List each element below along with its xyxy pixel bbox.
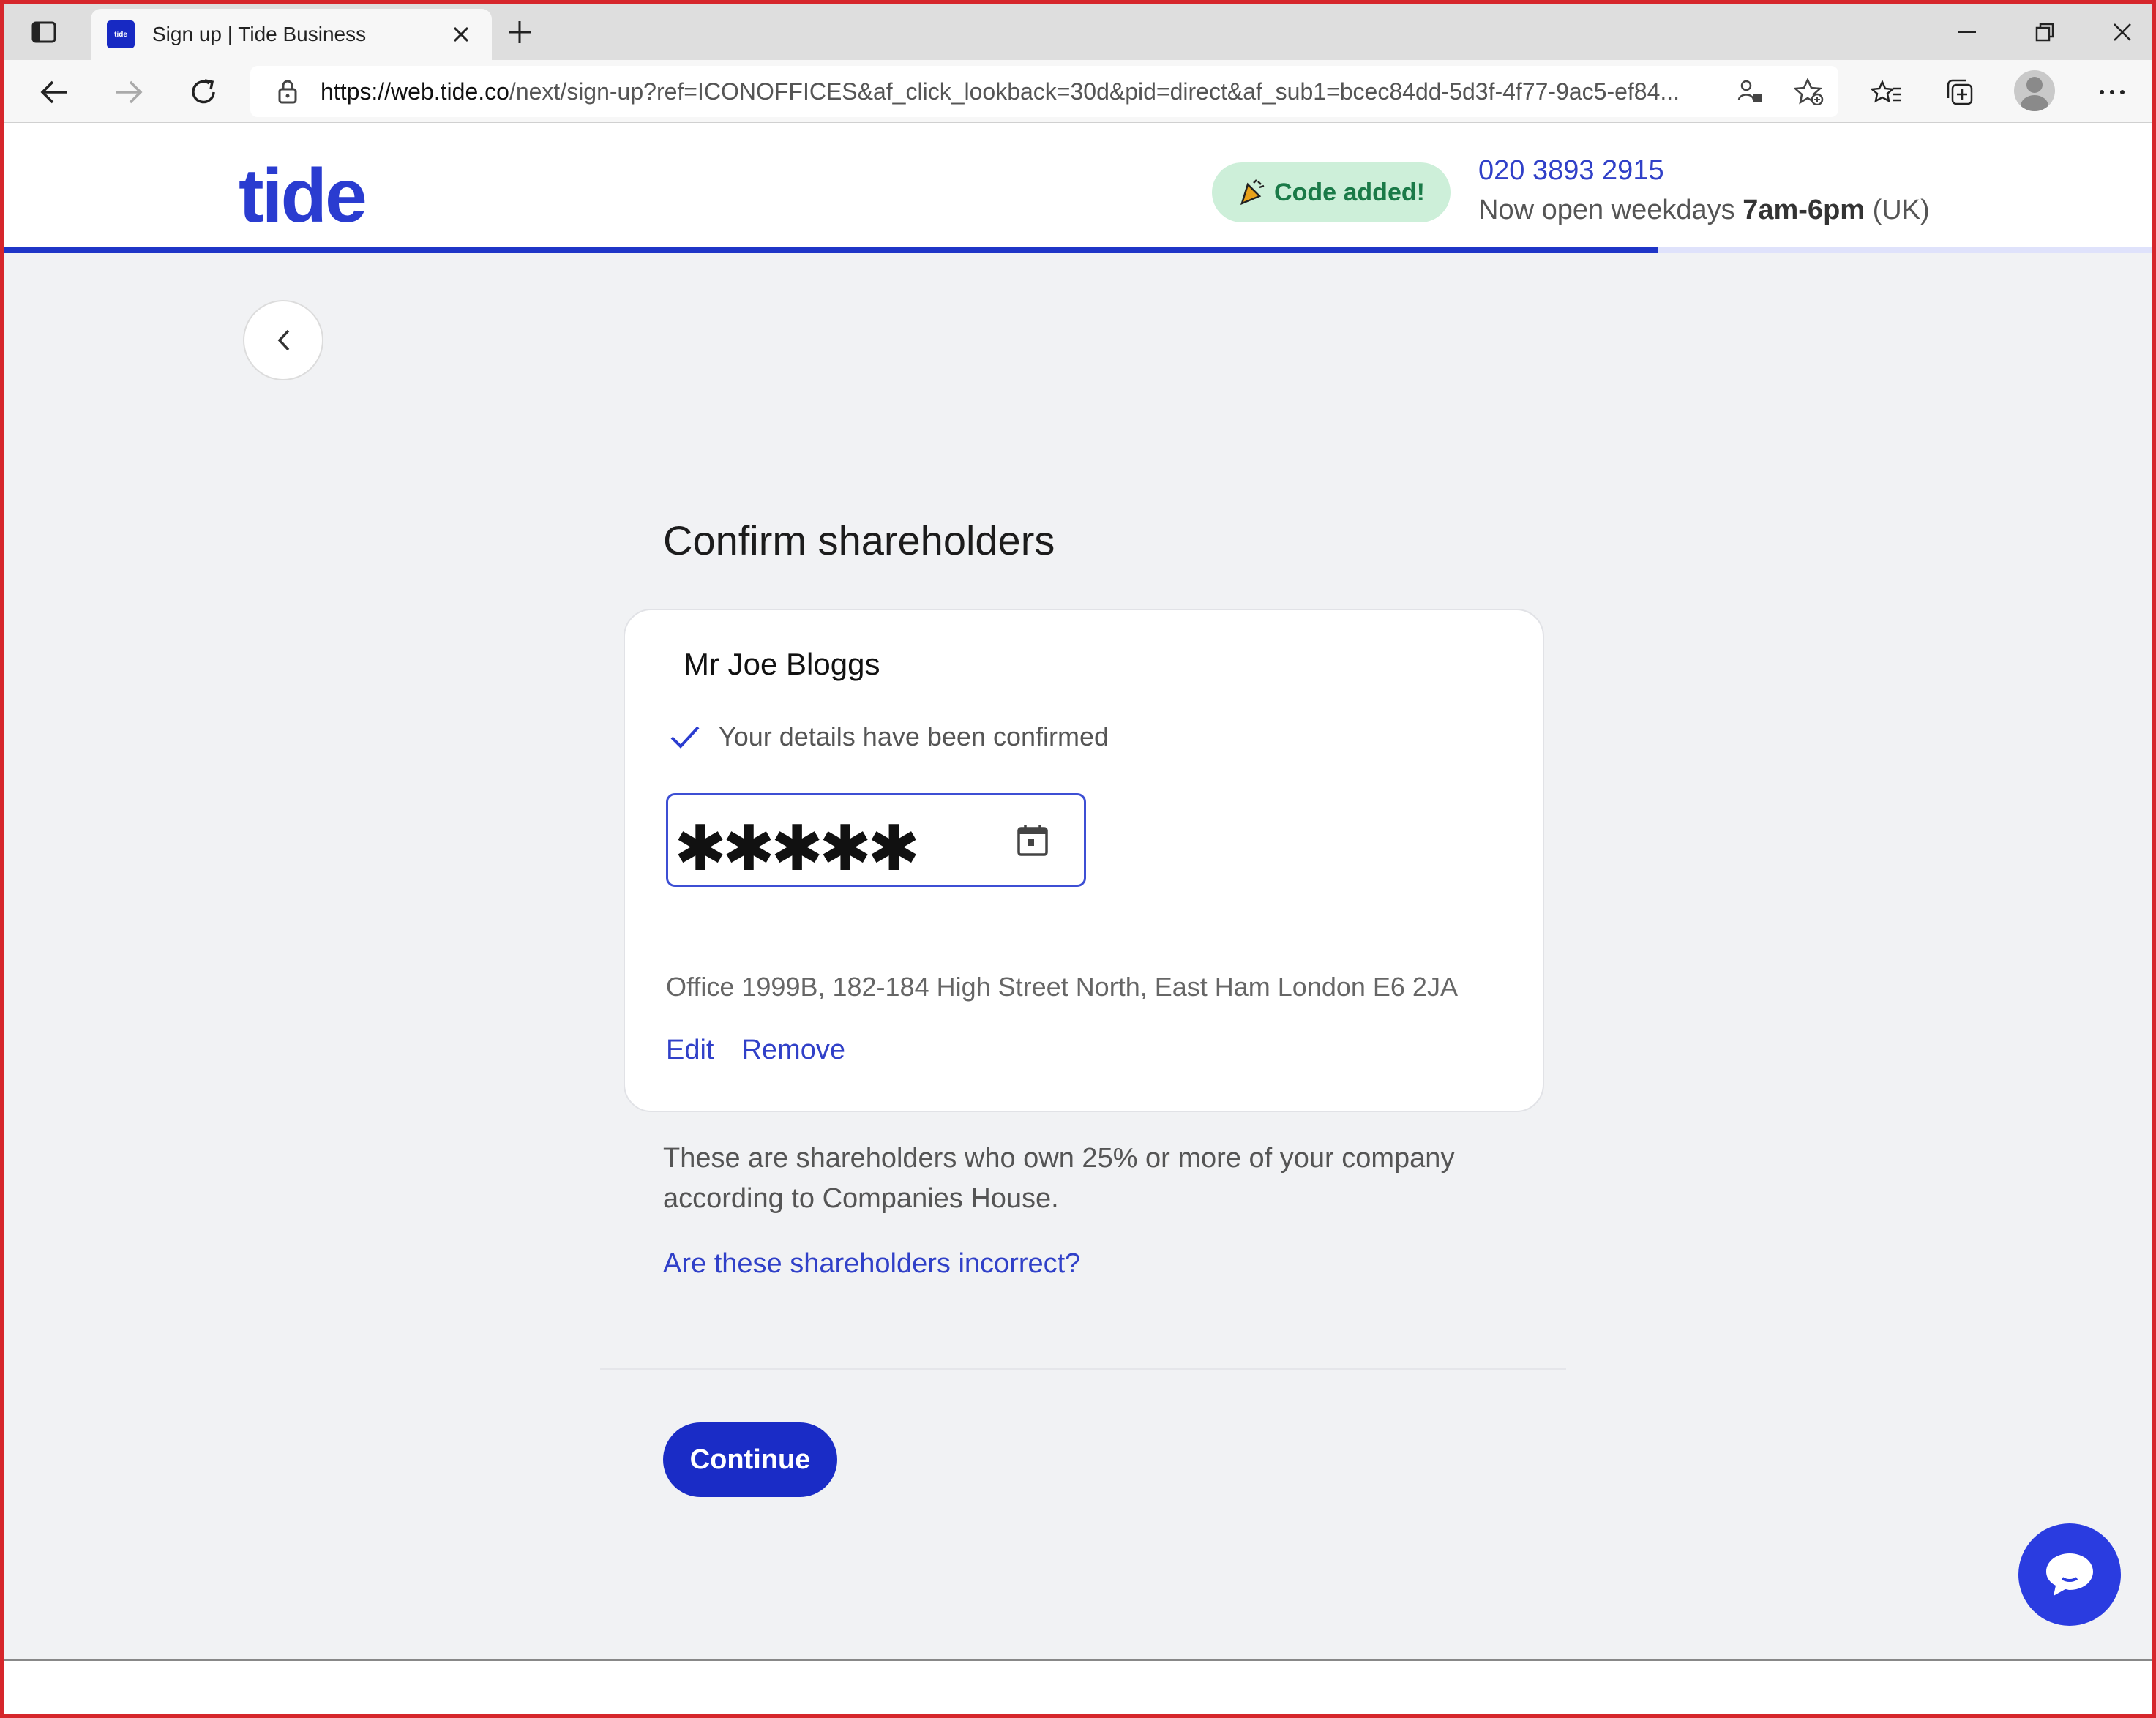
favorites-icon[interactable]	[1868, 73, 1906, 111]
reload-icon[interactable]	[184, 73, 222, 111]
site-header: tide Code added! 020 3893 2915 Now open …	[4, 123, 2152, 253]
remove-link[interactable]: Remove	[741, 1035, 845, 1066]
collections-icon[interactable]	[1941, 73, 1979, 111]
confirmation-status: Your details have been confirmed	[669, 721, 1109, 752]
browser-toolbar: https://web.tide.co/next/sign-up?ref=ICO…	[4, 60, 2152, 123]
page-title: Confirm shareholders	[663, 517, 1055, 563]
close-window-icon[interactable]	[2102, 15, 2143, 50]
close-tab-icon[interactable]	[446, 20, 476, 49]
signup-progress-bar	[4, 247, 2152, 253]
chevron-left-icon	[277, 329, 290, 351]
back-button[interactable]	[243, 300, 323, 380]
more-menu-icon[interactable]	[2093, 73, 2131, 111]
shareholder-card: Mr Joe Bloggs Your details have been con…	[624, 609, 1544, 1112]
opening-hours: Now open weekdays 7am-6pm (UK)	[1478, 195, 1930, 225]
shareholder-address: Office 1999B, 182-184 High Street North,…	[666, 972, 1458, 1002]
tab-title: Sign up | Tide Business	[152, 23, 367, 45]
signup-progress-fill	[4, 247, 1658, 253]
url-text: https://web.tide.co/next/sign-up?ref=ICO…	[321, 78, 1680, 105]
add-favorite-icon[interactable]	[1780, 73, 1838, 110]
tide-favicon-icon: tide	[107, 20, 135, 48]
forward-arrow-icon[interactable]	[110, 73, 148, 111]
date-of-birth-value: ✱✱✱✱✱	[674, 814, 920, 884]
back-arrow-icon[interactable]	[35, 73, 73, 111]
code-added-badge: Code added!	[1212, 162, 1451, 222]
new-tab-icon[interactable]	[502, 15, 537, 50]
profile-avatar[interactable]	[2014, 70, 2055, 111]
shareholders-info-text: These are shareholders who own 25% or mo…	[663, 1143, 1455, 1214]
tide-logo[interactable]: tide	[239, 158, 367, 234]
tab-active[interactable]: tide Sign up | Tide Business	[91, 9, 492, 60]
date-of-birth-input[interactable]: ✱✱✱✱✱	[666, 793, 1086, 887]
address-bar[interactable]: https://web.tide.co/next/sign-up?ref=ICO…	[250, 66, 1838, 117]
divider	[600, 1368, 1566, 1370]
phone-number-link[interactable]: 020 3893 2915	[1478, 155, 1664, 187]
bottom-strip	[4, 1659, 2152, 1714]
incorrect-shareholders-link[interactable]: Are these shareholders incorrect?	[663, 1248, 1080, 1280]
lock-icon[interactable]	[269, 73, 306, 110]
minimize-icon[interactable]	[1947, 15, 1988, 50]
edit-link[interactable]: Edit	[666, 1035, 714, 1066]
chat-bubble-icon	[2046, 1553, 2093, 1596]
shareholder-name: Mr Joe Bloggs	[684, 647, 880, 681]
read-aloud-icon[interactable]	[1721, 73, 1780, 110]
browser-window: tide Sign up | Tide Business https://web…	[0, 0, 2156, 1718]
continue-button[interactable]: Continue	[663, 1422, 837, 1497]
code-added-text: Code added!	[1274, 178, 1425, 206]
restore-icon[interactable]	[2024, 15, 2065, 50]
confirmation-text: Your details have been confirmed	[719, 721, 1109, 751]
chat-button[interactable]	[2018, 1523, 2121, 1626]
party-popper-icon	[1240, 179, 1265, 206]
tab-actions-icon[interactable]	[26, 15, 61, 50]
checkmark-icon	[670, 726, 700, 749]
tab-bar: tide Sign up | Tide Business	[4, 4, 2152, 60]
calendar-icon[interactable]	[1011, 818, 1055, 862]
